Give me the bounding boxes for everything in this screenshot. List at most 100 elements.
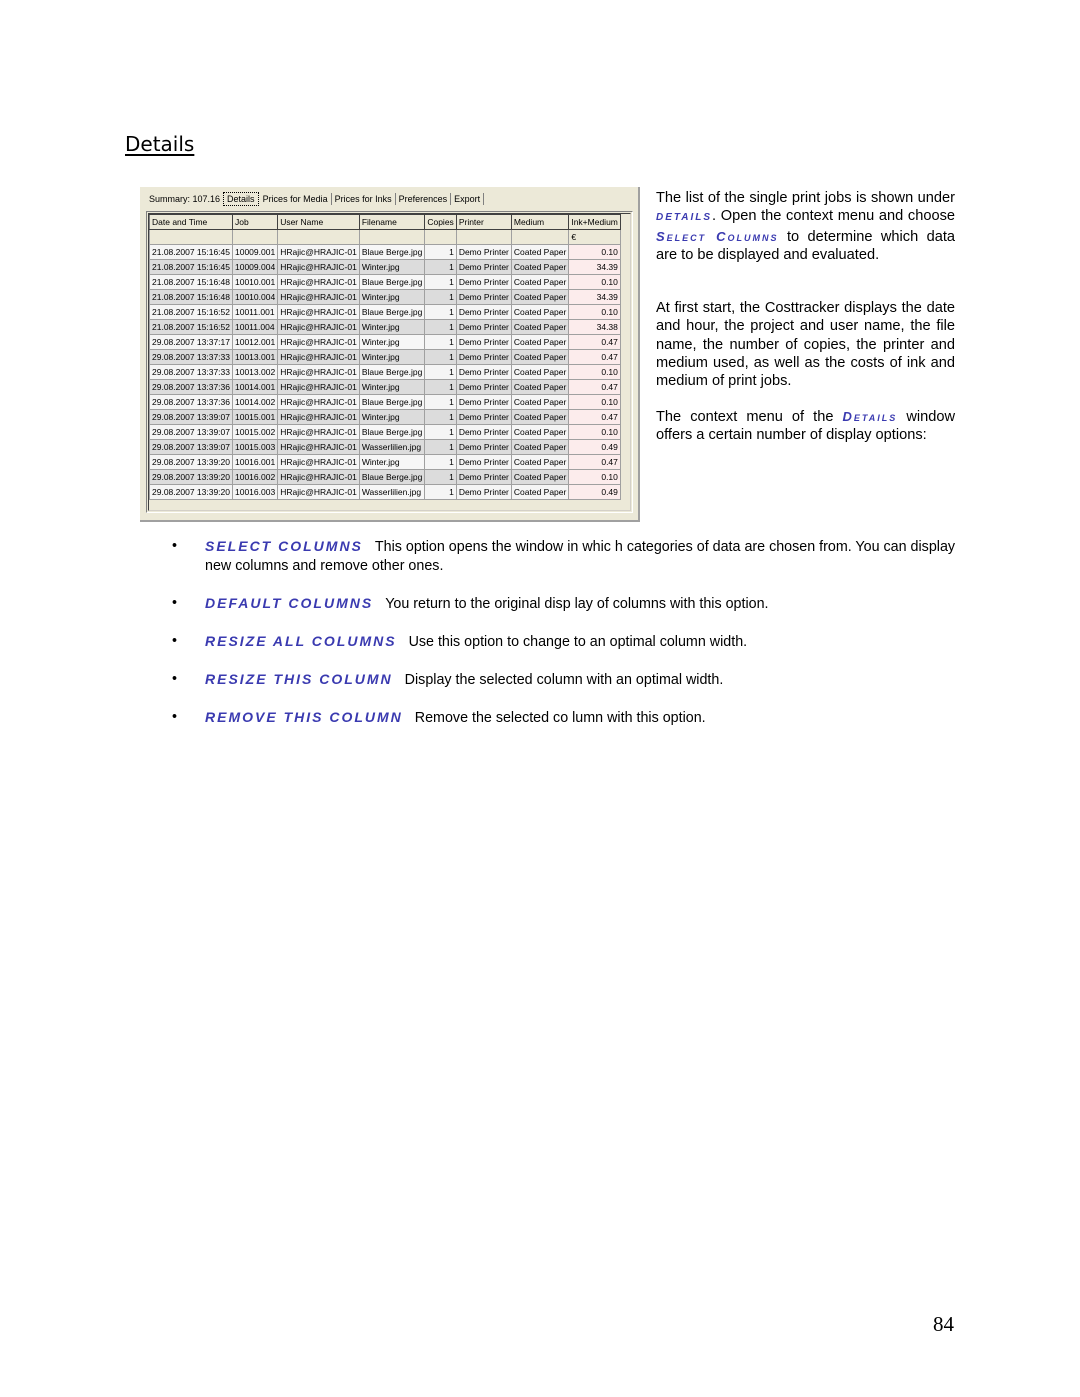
cell-printer: Demo Printer bbox=[455, 289, 512, 305]
cell-date-time: 29.08.2007 13:39:07 bbox=[149, 424, 233, 440]
tab-export[interactable]: Export bbox=[451, 193, 485, 205]
cell-date-time: 21.08.2007 15:16:52 bbox=[149, 304, 233, 320]
cell-filename: Wasserlilien.jpg bbox=[358, 484, 426, 500]
cell-date-time: 29.08.2007 13:37:17 bbox=[149, 334, 233, 350]
cell-medium: Coated Paper bbox=[510, 454, 570, 470]
table-row[interactable]: 21.08.2007 15:16:48 10010.001 HRajic@HRAJI… bbox=[149, 274, 621, 290]
cell-job: 10013.002 bbox=[231, 364, 279, 380]
cell-filename: Winter.jpg bbox=[358, 409, 426, 425]
option-keyword: RESIZE THIS COLUMN bbox=[205, 671, 393, 688]
cell-printer: Demo Printer bbox=[455, 484, 512, 500]
table-row[interactable]: 29.08.2007 13:37:33 10013.002 HRajic@HRAJI… bbox=[149, 364, 621, 380]
costtracker-screenshot: Summary: 107.16 Details Prices for Media… bbox=[140, 187, 640, 522]
cell-printer: Demo Printer bbox=[455, 319, 512, 335]
tab-prices-for-media[interactable]: Prices for Media bbox=[260, 193, 332, 205]
cell-medium: Coated Paper bbox=[510, 439, 570, 455]
cell-job: 10010.004 bbox=[231, 289, 279, 305]
option-keyword: DEFAULT COLUMNS bbox=[205, 594, 374, 611]
table-row[interactable]: 21.08.2007 15:16:45 10009.004 HRajic@HRAJI… bbox=[149, 259, 621, 275]
table-row[interactable]: 29.08.2007 13:39:20 10016.002 HRajic@HRAJI… bbox=[149, 469, 621, 485]
description-paragraph-3: The context menu of the Details window o… bbox=[656, 408, 955, 445]
cell-printer: Demo Printer bbox=[455, 409, 512, 425]
table-row[interactable]: 29.08.2007 13:37:17 10012.001 HRajic@HRAJI… bbox=[149, 334, 621, 350]
cell-medium: Coated Paper bbox=[510, 259, 570, 275]
unit-cell-ink-medium: € bbox=[568, 229, 621, 245]
table-row[interactable]: 21.08.2007 15:16:48 10010.004 HRajic@HRAJI… bbox=[149, 289, 621, 305]
cell-date-time: 29.08.2007 13:39:20 bbox=[149, 484, 233, 500]
cell-filename: Winter.jpg bbox=[358, 454, 426, 470]
cell-ink-medium: 0.10 bbox=[568, 244, 621, 260]
tab-summary[interactable]: Summary: 107.16 bbox=[146, 193, 223, 205]
unit-cell-printer bbox=[455, 229, 512, 245]
cell-ink-medium: 0.10 bbox=[568, 469, 621, 485]
unit-cell-user-name bbox=[277, 229, 360, 245]
cell-ink-medium: 0.10 bbox=[568, 394, 621, 410]
column-header-copies[interactable]: Copies bbox=[424, 214, 457, 230]
cell-date-time: 21.08.2007 15:16:48 bbox=[149, 289, 233, 305]
tab-preferences[interactable]: Preferences bbox=[396, 193, 452, 205]
table-row[interactable]: 29.08.2007 13:39:20 10016.001 HRajic@HRAJI… bbox=[149, 454, 621, 470]
column-header-printer[interactable]: Printer bbox=[455, 214, 512, 230]
cell-job: 10014.002 bbox=[231, 394, 279, 410]
cell-user-name: HRajic@HRAJIC-01 bbox=[277, 319, 360, 335]
cell-copies: 1 bbox=[424, 319, 457, 335]
cell-user-name: HRajic@HRAJIC-01 bbox=[277, 289, 360, 305]
cell-job: 10015.003 bbox=[231, 439, 279, 455]
cell-copies: 1 bbox=[424, 304, 457, 320]
cell-copies: 1 bbox=[424, 349, 457, 365]
table-header-row: Date and Time Job User Name Filename Copies P… bbox=[149, 214, 621, 230]
table-units-row: € bbox=[149, 229, 621, 245]
column-header-filename[interactable]: Filename bbox=[358, 214, 426, 230]
bullet-icon: • bbox=[172, 709, 178, 726]
cell-filename: Blaue Berge.jpg bbox=[358, 364, 426, 380]
table-row[interactable]: 29.08.2007 13:39:07 10015.001 HRajic@HRAJI… bbox=[149, 409, 621, 425]
column-header-ink-medium[interactable]: Ink+Medium bbox=[568, 214, 621, 230]
column-header-user-name[interactable]: User Name bbox=[277, 214, 360, 230]
cell-filename: Wasserlilien.jpg bbox=[358, 439, 426, 455]
bullet-icon: • bbox=[172, 632, 178, 649]
cell-ink-medium: 0.10 bbox=[568, 274, 621, 290]
column-header-medium[interactable]: Medium bbox=[510, 214, 570, 230]
column-header-job[interactable]: Job bbox=[231, 214, 279, 230]
cell-copies: 1 bbox=[424, 484, 457, 500]
table-row[interactable]: 29.08.2007 13:39:07 10015.003 HRajic@HRAJI… bbox=[149, 439, 621, 455]
description-paragraph-1: The list of the single print jobs is sho… bbox=[656, 189, 955, 264]
cell-date-time: 29.08.2007 13:39:20 bbox=[149, 454, 233, 470]
option-keyword: REMOVE THIS COLUMN bbox=[205, 709, 403, 726]
table-row[interactable]: 29.08.2007 13:37:36 10014.001 HRajic@HRAJI… bbox=[149, 379, 621, 395]
cell-ink-medium: 0.49 bbox=[568, 484, 621, 500]
cell-filename: Blaue Berge.jpg bbox=[358, 424, 426, 440]
cell-printer: Demo Printer bbox=[455, 334, 512, 350]
cell-ink-medium: 0.47 bbox=[568, 454, 621, 470]
description-paragraph-2: At first start, the Costtracker displays… bbox=[656, 299, 955, 390]
table-row[interactable]: 29.08.2007 13:37:36 10014.002 HRajic@HRAJI… bbox=[149, 394, 621, 410]
cell-date-time: 29.08.2007 13:39:07 bbox=[149, 439, 233, 455]
table-row[interactable]: 21.08.2007 15:16:52 10011.004 HRajic@HRAJI… bbox=[149, 319, 621, 335]
list-item-remove-this-column: • REMOVE THIS COLUMN Remove the selected … bbox=[172, 708, 957, 728]
cell-date-time: 21.08.2007 15:16:45 bbox=[149, 244, 233, 260]
cell-filename: Blaue Berge.jpg bbox=[358, 394, 426, 410]
cell-date-time: 21.08.2007 15:16:45 bbox=[149, 259, 233, 275]
cell-job: 10013.001 bbox=[231, 349, 279, 365]
cell-filename: Winter.jpg bbox=[358, 379, 426, 395]
tab-prices-for-inks[interactable]: Prices for Inks bbox=[332, 193, 396, 205]
cell-printer: Demo Printer bbox=[455, 274, 512, 290]
cell-user-name: HRajic@HRAJIC-01 bbox=[277, 334, 360, 350]
table-row[interactable]: 21.08.2007 15:16:52 10011.001 HRajic@HRAJI… bbox=[149, 304, 621, 320]
cell-copies: 1 bbox=[424, 394, 457, 410]
cell-ink-medium: 0.47 bbox=[568, 409, 621, 425]
option-description: Use this option to change to an optimal … bbox=[408, 633, 748, 650]
cell-ink-medium: 0.10 bbox=[568, 424, 621, 440]
table-row[interactable]: 29.08.2007 13:39:07 10015.002 HRajic@HRAJI… bbox=[149, 424, 621, 440]
table-row[interactable]: 29.08.2007 13:39:20 10016.003 HRajic@HRAJI… bbox=[149, 484, 621, 500]
cell-medium: Coated Paper bbox=[510, 244, 570, 260]
cell-filename: Winter.jpg bbox=[358, 319, 426, 335]
table-row[interactable]: 29.08.2007 13:37:33 10013.001 HRajic@HRAJI… bbox=[149, 349, 621, 365]
cell-job: 10009.001 bbox=[231, 244, 279, 260]
table-row[interactable]: 21.08.2007 15:16:45 10009.001 HRajic@HRAJI… bbox=[149, 244, 621, 260]
cell-job: 10011.001 bbox=[231, 304, 279, 320]
column-header-date-time[interactable]: Date and Time bbox=[149, 214, 233, 230]
tab-details[interactable]: Details bbox=[223, 192, 259, 206]
keyword-details: Details bbox=[656, 212, 713, 224]
cell-user-name: HRajic@HRAJIC-01 bbox=[277, 439, 360, 455]
